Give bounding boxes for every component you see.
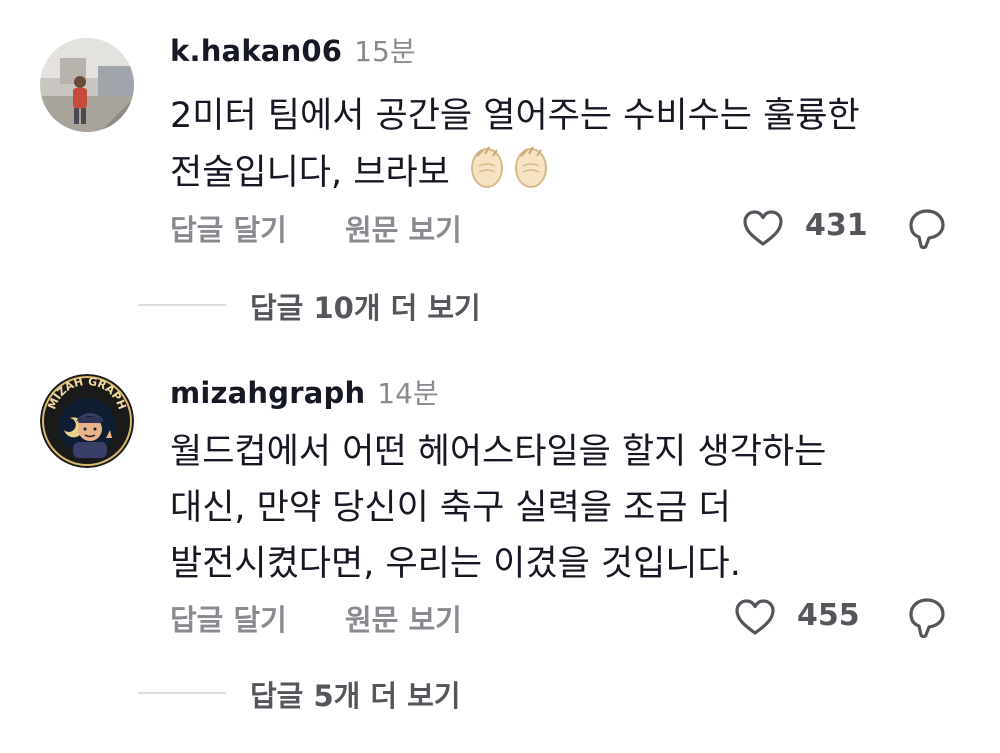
comment-item: k.hakan06 15분 2미터 팀에서 공간을 열어주는 수비수는 훌륭한 전… bbox=[0, 0, 1000, 330]
heart-icon[interactable] bbox=[734, 598, 776, 640]
comment-text-line: 월드컵에서 어떤 헤어스타일을 할지 생각하는 bbox=[170, 432, 827, 472]
comment-text: 월드컵에서 어떤 헤어스타일을 할지 생각하는 대신, 만약 당신이 축구 실력… bbox=[170, 424, 960, 592]
timestamp: 15분 bbox=[354, 35, 416, 68]
like-count: 455 bbox=[797, 598, 860, 633]
view-more-replies-button[interactable]: 답글 10개 더 보기 bbox=[250, 285, 481, 327]
comment-text: 2미터 팀에서 공간을 열어주는 수비수는 훌륭한 전술입니다, 브라보 bbox=[170, 88, 960, 207]
reply-button[interactable]: 답글 달기 bbox=[170, 597, 287, 639]
comment-text-line: 발전시켰다면, 우리는 이겼을 것입니다. bbox=[170, 544, 741, 584]
mizah-graph-logo: MİZAH GRAPH bbox=[40, 374, 134, 468]
divider bbox=[138, 692, 226, 694]
avatar[interactable] bbox=[40, 38, 134, 132]
avatar-photo bbox=[40, 38, 134, 132]
avatar[interactable]: MİZAH GRAPH bbox=[40, 374, 134, 468]
comment-text-segment: 전술입니다, 브라보 bbox=[170, 153, 450, 193]
see-original-button[interactable]: 원문 보기 bbox=[345, 207, 462, 249]
username[interactable]: mizahgraph bbox=[170, 376, 365, 410]
username[interactable]: k.hakan06 bbox=[170, 34, 342, 68]
dislike-icon[interactable] bbox=[907, 596, 947, 642]
comment-header: mizahgraph 14분 bbox=[170, 372, 439, 412]
dislike-icon[interactable] bbox=[907, 207, 947, 253]
timestamp: 14분 bbox=[377, 377, 439, 410]
clapping-hands-emoji-icon bbox=[465, 144, 555, 207]
like-count: 431 bbox=[805, 208, 868, 243]
comment-header: k.hakan06 15분 bbox=[170, 30, 416, 70]
divider bbox=[138, 304, 226, 306]
heart-icon[interactable] bbox=[742, 209, 784, 251]
comment-text-line: 전술입니다, 브라보 bbox=[170, 144, 960, 207]
reply-button[interactable]: 답글 달기 bbox=[170, 207, 287, 249]
comment-text-line: 대신, 만약 당신이 축구 실력을 조금 더 bbox=[170, 488, 731, 528]
comment-text-line: 2미터 팀에서 공간을 열어주는 수비수는 훌륭한 bbox=[170, 96, 860, 136]
see-original-button[interactable]: 원문 보기 bbox=[345, 597, 462, 639]
comment-item: MİZAH GRAPH mizahgraph 14분 월드컵에서 어떤 헤어스타일… bbox=[0, 360, 1000, 753]
view-more-replies-button[interactable]: 답글 5개 더 보기 bbox=[250, 673, 461, 715]
